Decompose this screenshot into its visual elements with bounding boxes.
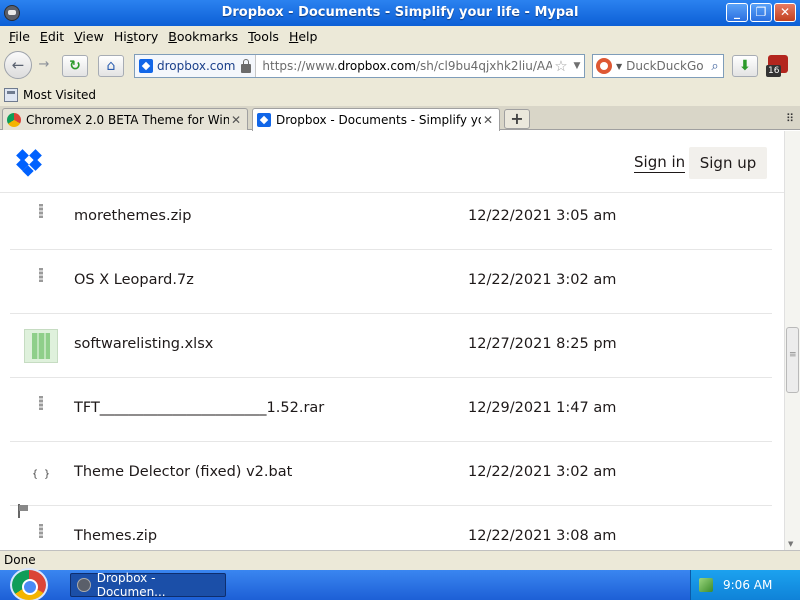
start-button[interactable]	[10, 568, 48, 600]
dropbox-logo-icon[interactable]	[16, 149, 44, 177]
duckduckgo-icon[interactable]	[596, 58, 612, 74]
zip-file-icon	[24, 521, 58, 550]
file-modified: 12/22/2021 3:02 am	[468, 464, 617, 480]
file-row[interactable]: Themes.zip 12/22/2021 3:08 am	[10, 504, 772, 550]
menu-help[interactable]: Help	[284, 29, 323, 44]
extension-badge: 16	[766, 65, 782, 77]
file-name[interactable]: OS X Leopard.7z	[74, 272, 194, 288]
menu-edit[interactable]: Edit	[35, 29, 69, 44]
tab-close-icon[interactable]: ✕	[229, 113, 243, 127]
tab-chromex[interactable]: ChromeX 2.0 BETA Theme for Windo... ✕	[2, 108, 248, 130]
search-bar[interactable]: ▼ DuckDuckGo ⌕	[592, 54, 724, 78]
tab-strip: ChromeX 2.0 BETA Theme for Windo... ✕ Dr…	[0, 106, 800, 131]
flag-icon	[17, 504, 31, 518]
zip-file-icon	[24, 201, 58, 235]
status-text: Done	[4, 553, 36, 567]
file-row[interactable]: TFT_______________________1.52.rar 12/29…	[10, 378, 772, 442]
close-button[interactable]: ✕	[774, 3, 796, 22]
file-modified: 12/22/2021 3:08 am	[468, 528, 617, 544]
maximize-button[interactable]: ❐	[750, 3, 772, 22]
tab-close-icon[interactable]: ✕	[481, 113, 495, 127]
site-identity-button[interactable]: dropbox.com	[135, 55, 257, 77]
taskbar-item-label: Dropbox - Documen...	[96, 571, 166, 599]
back-button[interactable]: ←	[4, 51, 32, 79]
url-input[interactable]: https://www.dropbox.com/sh/cl9bu4qjxhk2l…	[256, 59, 552, 73]
most-visited-bookmark[interactable]: Most Visited	[23, 88, 96, 102]
back-arrow-icon: ←	[11, 56, 25, 74]
menu-bar: File Edit View History Bookmarks Tools H…	[0, 26, 800, 46]
home-button[interactable]: ⌂	[98, 55, 124, 77]
archive-file-icon	[24, 265, 58, 299]
download-arrow-icon: ⬇	[739, 58, 751, 74]
site-identity-label: dropbox.com	[157, 59, 236, 73]
dropbox-favicon-icon	[257, 113, 271, 127]
spreadsheet-thumbnail	[24, 329, 58, 363]
forward-arrow-icon: →	[38, 57, 50, 72]
file-modified: 12/27/2021 8:25 pm	[468, 336, 617, 352]
system-tray: 9:06 AM	[690, 570, 800, 600]
menu-file[interactable]: File	[4, 29, 35, 44]
search-icon[interactable]: ⌕	[707, 59, 723, 74]
file-modified: 12/22/2021 3:05 am	[468, 208, 617, 224]
file-modified: 12/22/2021 3:02 am	[468, 272, 617, 288]
status-bar: Done	[0, 550, 800, 570]
file-row[interactable]: softwarelisting.xlsx 12/27/2021 8:25 pm	[10, 314, 772, 378]
scrollbar-thumb[interactable]	[786, 327, 799, 393]
plus-icon: +	[510, 109, 524, 128]
url-history-dropdown-icon[interactable]: ▼	[570, 61, 584, 71]
window-titlebar[interactable]: Dropbox - Documents - Simplify your life…	[0, 0, 800, 26]
file-name[interactable]: softwarelisting.xlsx	[74, 336, 213, 352]
vertical-scrollbar[interactable]: ▼	[784, 131, 800, 550]
file-row[interactable]: OS X Leopard.7z 12/22/2021 3:02 am	[10, 250, 772, 314]
tab-dropbox[interactable]: Dropbox - Documents - Simplify your... ✕	[252, 108, 500, 131]
forward-button[interactable]: →	[34, 56, 54, 74]
file-row[interactable]: { } Theme Delector (fixed) v2.bat 12/22/…	[10, 442, 772, 506]
menu-view[interactable]: View	[69, 29, 109, 44]
scroll-down-icon[interactable]: ▼	[788, 540, 793, 548]
tab-label: ChromeX 2.0 BETA Theme for Windo...	[26, 112, 229, 127]
mypal-app-icon	[77, 578, 91, 592]
code-file-icon: { }	[31, 468, 51, 480]
reload-button[interactable]: ↻	[62, 55, 88, 77]
taskbar-item-mypal[interactable]: Dropbox - Documen...	[70, 571, 226, 599]
window-title: Dropbox - Documents - Simplify your life…	[221, 5, 579, 20]
url-bar[interactable]: dropbox.com https://www.dropbox.com/sh/c…	[134, 54, 585, 78]
home-icon: ⌂	[106, 58, 116, 74]
minimize-button[interactable]: _	[726, 3, 748, 22]
file-name[interactable]: TFT_______________________1.52.rar	[74, 400, 324, 416]
bookmark-star-icon[interactable]: ☆	[552, 57, 570, 75]
file-list: morethemes.zip 12/22/2021 3:05 am OS X L…	[10, 186, 772, 550]
file-row[interactable]: morethemes.zip 12/22/2021 3:05 am	[10, 186, 772, 250]
file-name[interactable]: Theme Delector (fixed) v2.bat	[74, 464, 292, 480]
downloads-button[interactable]: ⬇	[732, 55, 758, 77]
extension-button[interactable]: 16	[764, 53, 792, 79]
chromex-favicon-icon	[7, 112, 21, 127]
search-input[interactable]: DuckDuckGo	[626, 59, 707, 73]
most-visited-folder-icon	[4, 88, 18, 102]
taskbar: Dropbox - Documen... 9:06 AM	[0, 568, 800, 600]
reload-icon: ↻	[69, 58, 81, 74]
navigation-toolbar: ← → ↻ ⌂ dropbox.com https://www.dropbox.…	[0, 46, 800, 84]
lock-icon	[241, 58, 252, 73]
tab-list-icon[interactable]: ⠿	[786, 112, 794, 125]
menu-tools[interactable]: Tools	[243, 29, 284, 44]
dropbox-header: Sign in Sign up	[0, 131, 784, 193]
page-viewport: Sign in Sign up morethemes.zip 12/22/202…	[0, 131, 784, 550]
bookmarks-toolbar: Most Visited	[0, 84, 800, 106]
sign-in-link[interactable]: Sign in	[634, 153, 686, 173]
new-tab-button[interactable]: +	[504, 109, 530, 129]
file-modified: 12/29/2021 1:47 am	[468, 400, 617, 416]
menu-bookmarks[interactable]: Bookmarks	[163, 29, 243, 44]
tab-label: Dropbox - Documents - Simplify your...	[276, 113, 481, 127]
dropbox-favicon-icon	[139, 59, 153, 73]
file-name[interactable]: Themes.zip	[74, 528, 157, 544]
file-name[interactable]: morethemes.zip	[74, 208, 191, 224]
sign-up-button[interactable]: Sign up	[689, 147, 767, 179]
network-icon[interactable]	[699, 578, 713, 592]
window-controls: _ ❐ ✕	[726, 3, 796, 22]
clock[interactable]: 9:06 AM	[723, 578, 772, 592]
engine-dropdown-icon[interactable]: ▼	[616, 62, 622, 71]
archive-file-icon	[24, 393, 58, 427]
menu-history[interactable]: History	[109, 29, 163, 44]
